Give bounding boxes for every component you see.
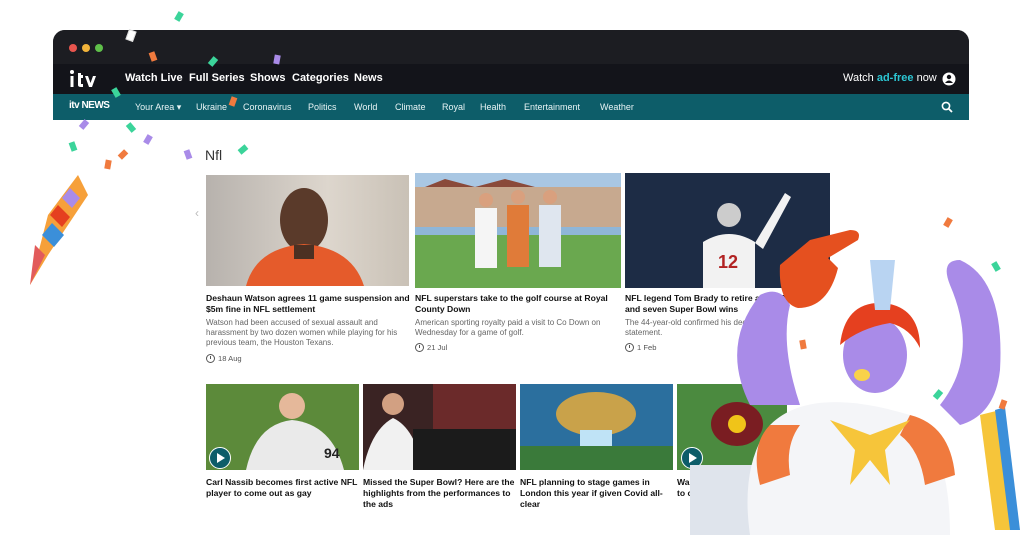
nav-shows[interactable]: Shows: [250, 72, 285, 84]
confetti-piece: [143, 134, 153, 145]
subnav-world[interactable]: World: [354, 102, 377, 112]
jaguars-photo: [520, 384, 673, 470]
itv-logo[interactable]: [69, 69, 109, 89]
subnav-coronavirus[interactable]: Coronavirus: [243, 102, 292, 112]
celebration-fan-illustration: [690, 230, 1020, 535]
confetti-piece: [237, 144, 249, 155]
confetti-piece: [799, 339, 807, 350]
nav-full-series[interactable]: Full Series: [189, 72, 245, 84]
article-desc: American sporting royalty paid a visit t…: [415, 318, 601, 337]
party-popper-illustration: [30, 175, 88, 285]
subnav-weather[interactable]: Weather: [600, 102, 634, 112]
subnav-politics[interactable]: Politics: [308, 102, 337, 112]
confetti-piece: [174, 11, 184, 22]
watch-ad-free-link[interactable]: Watch ad-free now: [843, 72, 937, 84]
article-image-golf[interactable]: [415, 173, 621, 288]
article-title[interactable]: NFL planning to stage games in London th…: [520, 477, 670, 509]
chevron-left-icon: ‹: [195, 206, 199, 220]
minimize-window-dot[interactable]: [82, 44, 90, 52]
itvx-top-nav: Watch Live Full Series Shows Categories …: [53, 64, 969, 94]
subnav-entertainment[interactable]: Entertainment: [524, 102, 580, 112]
search-icon[interactable]: [941, 101, 953, 113]
article-title[interactable]: Carl Nassib becomes first active NFL pla…: [206, 477, 362, 499]
article-date: 18 Aug: [206, 354, 242, 363]
confetti-piece: [78, 119, 90, 130]
account-icon[interactable]: [942, 72, 956, 86]
article-title[interactable]: Missed the Super Bowl? Here are the high…: [363, 477, 518, 509]
play-video-button[interactable]: [209, 447, 231, 469]
watson-photo: [246, 188, 364, 286]
subnav-ukraine[interactable]: Ukraine: [196, 102, 227, 112]
clock-icon: [415, 343, 424, 352]
your-area-dropdown[interactable]: Your Area ▾: [135, 102, 181, 113]
superbowl-photo: [363, 384, 516, 470]
browser-window: Watch Live Full Series Shows Categories …: [53, 30, 969, 120]
chevron-down-icon: ▾: [176, 102, 182, 112]
subnav-climate[interactable]: Climate: [395, 102, 426, 112]
article-image-superbowl[interactable]: [363, 384, 516, 470]
subnav-health[interactable]: Health: [480, 102, 506, 112]
close-window-dot[interactable]: [69, 44, 77, 52]
confetti-piece: [183, 149, 193, 160]
browser-chrome: [53, 30, 969, 64]
nav-news[interactable]: News: [354, 72, 383, 84]
confetti-piece: [125, 122, 137, 133]
golf-photo: [415, 173, 621, 288]
article-date: 1 Feb: [625, 343, 656, 352]
article-image-london[interactable]: [520, 384, 673, 470]
article-title[interactable]: Deshaun Watson agrees 11 game suspension…: [206, 293, 411, 315]
subnav-royal[interactable]: Royal: [442, 102, 465, 112]
article-date: 21 Jul: [415, 343, 447, 352]
nav-watch-live[interactable]: Watch Live: [125, 72, 183, 84]
svg-text:94: 94: [324, 445, 340, 461]
itv-news-logo[interactable]: itv NEWS: [69, 100, 110, 111]
maximize-window-dot[interactable]: [95, 44, 103, 52]
article-desc: Watson had been accused of sexual assaul…: [206, 318, 398, 347]
article-title[interactable]: NFL superstars take to the golf course a…: [415, 293, 621, 315]
clock-icon: [625, 343, 634, 352]
news-sub-nav: itv NEWS Your Area ▾ Ukraine Coronavirus…: [53, 94, 969, 120]
nav-categories[interactable]: Categories: [292, 72, 349, 84]
clock-icon: [206, 354, 215, 363]
confetti-piece: [104, 159, 112, 170]
article-image-watson[interactable]: [206, 175, 409, 286]
confetti-piece: [117, 149, 129, 160]
page-title: Nfl: [205, 147, 223, 163]
